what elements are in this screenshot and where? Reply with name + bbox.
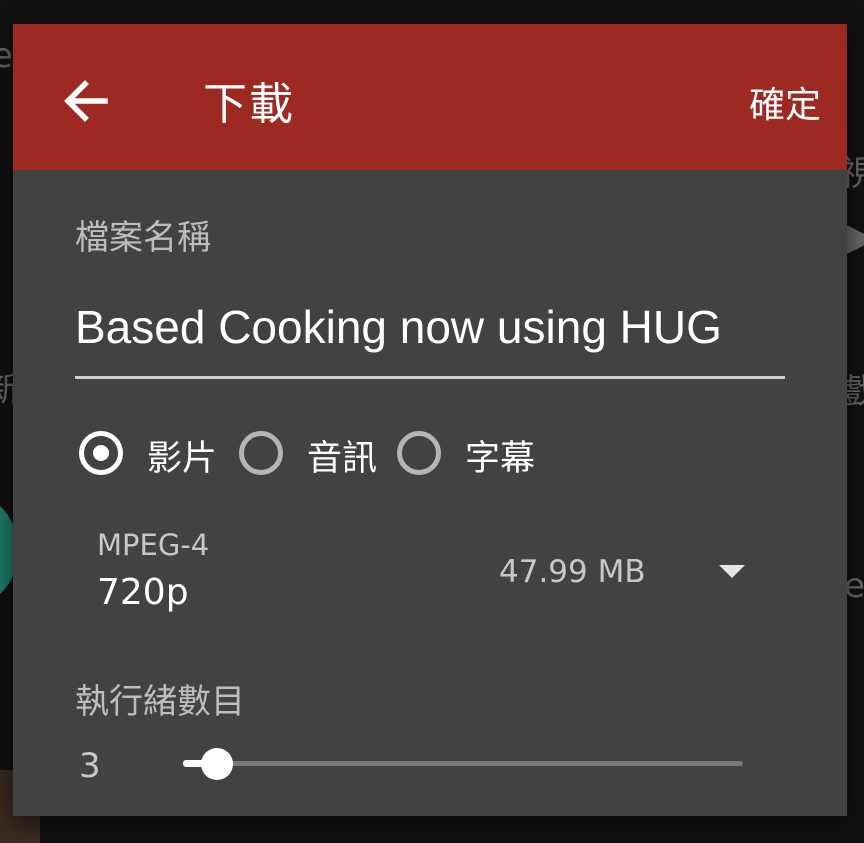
radio-video[interactable]: 影片 — [79, 428, 229, 484]
back-button[interactable] — [57, 72, 115, 130]
radio-subtitle[interactable]: 字幕 — [397, 428, 547, 484]
threads-label: 執行緒數目 — [75, 682, 245, 722]
format-size: 47.99 MB — [499, 554, 646, 590]
radio-video-label: 影片 — [147, 439, 218, 479]
radio-subtitle-label: 字幕 — [465, 439, 536, 479]
format-resolution: 720p — [97, 572, 189, 613]
radio-unchecked-icon — [397, 431, 441, 475]
arrow-left-icon — [64, 80, 108, 122]
triangle-down-icon — [719, 565, 745, 578]
download-dialog: 下載 確定 檔案名稱 Based Cooking now using HUG 影… — [13, 24, 847, 816]
background-text-fragment: e — [844, 566, 864, 606]
confirm-button[interactable]: 確定 — [749, 76, 821, 128]
dialog-title: 下載 — [203, 79, 295, 130]
background-text-fragment: e — [0, 36, 13, 76]
threads-slider[interactable] — [183, 744, 743, 784]
filename-input[interactable]: Based Cooking now using HUG — [75, 300, 785, 379]
radio-audio[interactable]: 音訊 — [239, 428, 389, 484]
slider-track — [183, 761, 743, 766]
format-spinner[interactable]: MPEG-4 720p 47.99 MB — [73, 520, 773, 630]
background-text-fragment: ▶ — [845, 214, 864, 260]
radio-audio-label: 音訊 — [307, 439, 378, 479]
threads-value: 3 — [79, 746, 101, 786]
filename-label: 檔案名稱 — [75, 218, 211, 258]
dialog-toolbar: 下載 確定 — [13, 24, 847, 170]
radio-unchecked-icon — [239, 431, 283, 475]
slider-thumb[interactable] — [201, 748, 233, 780]
format-container: MPEG-4 — [97, 528, 210, 562]
radio-checked-icon — [79, 431, 123, 475]
